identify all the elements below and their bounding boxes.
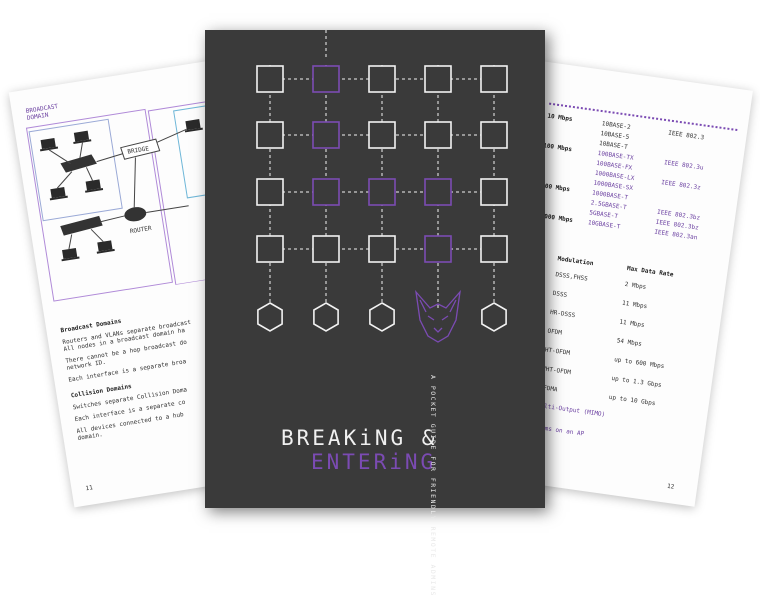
node-square — [312, 235, 340, 263]
node-square — [312, 121, 340, 149]
wireless-cell: HR-DSSS — [549, 308, 576, 320]
speed-cell: 5GBASE-T — [588, 209, 619, 221]
node-square — [480, 235, 508, 263]
modulation-header: Modulation — [557, 255, 594, 268]
speed-cell: 10GBASE-T — [587, 219, 621, 231]
node-square — [424, 121, 452, 149]
wireless-cell: 54 Mbps — [616, 337, 643, 348]
hexagon-node — [481, 302, 507, 332]
node-square — [256, 235, 284, 263]
wireless-cell: HT-OFDM — [544, 346, 571, 357]
node-square — [424, 178, 452, 206]
node-square — [480, 121, 508, 149]
hub-icon — [60, 154, 97, 173]
switch-icon — [60, 215, 103, 236]
wireless-cell: 2 Mbps — [624, 280, 647, 291]
node-square — [256, 65, 284, 93]
node-square — [312, 178, 340, 206]
node-square — [312, 65, 340, 93]
wireless-cell: up to 600 Mbps — [613, 356, 665, 371]
router-icon — [124, 207, 147, 222]
node-square — [368, 235, 396, 263]
divider — [549, 102, 738, 132]
speed-cell: 10 Mbps — [546, 112, 573, 123]
wireless-cell: 11 Mbps — [621, 299, 648, 311]
wireless-cell: 11 Mbps — [618, 318, 645, 329]
title-line-2: ENTERiNG — [311, 450, 437, 474]
page-number: 12 — [666, 482, 675, 491]
hexagon-node — [313, 302, 339, 332]
node-square — [368, 121, 396, 149]
speed-cell: IEEE 802.3 — [667, 129, 705, 142]
outer-domain-box — [25, 108, 173, 302]
max-rate-header: Max Data Rate — [626, 265, 674, 279]
wireless-cell: up to 10 Gbps — [608, 393, 656, 408]
node-square — [480, 65, 508, 93]
wireless-cell: OFDM — [546, 327, 563, 337]
node-square — [424, 235, 452, 263]
wireless-cell: DSSS,FHSS — [554, 271, 589, 283]
node-square — [368, 65, 396, 93]
router-label: ROUTER — [129, 225, 152, 235]
node-square — [256, 178, 284, 206]
wireless-cell: VHT-OFDM — [541, 365, 572, 377]
laptop-icons — [39, 119, 203, 262]
node-square — [480, 178, 508, 206]
hexagon-node — [369, 302, 395, 332]
subtitle: A POCKET GUIDE FOR FRIENDLY REMOTE ADMIN… — [429, 375, 437, 597]
speed-cell: IEEE 802.3z — [660, 179, 702, 192]
speed-cell: IEEE 802.3u — [663, 159, 704, 172]
node-square — [424, 65, 452, 93]
node-square — [256, 121, 284, 149]
mimo-note: Multi-Output (MIMO) — [536, 401, 606, 419]
wireless-cell: up to 1.3 Gbps — [611, 374, 663, 389]
wireless-cell: DSSS — [552, 289, 568, 299]
title-line-1: BREAKiNG & — [281, 426, 438, 450]
speed-cell: 100 Mbps — [542, 142, 573, 154]
node-square — [368, 178, 396, 206]
speed-cell: 10BASE-T — [598, 139, 629, 151]
hexagon-node — [257, 302, 283, 332]
book-cover: BREAKiNG & ENTERiNG A POCKET GUIDE FOR F… — [205, 30, 545, 597]
speed-cell: 10BASE-2 — [601, 120, 631, 132]
speed-cell: 10BASE-5 — [599, 130, 630, 142]
page-number: 11 — [85, 484, 94, 493]
